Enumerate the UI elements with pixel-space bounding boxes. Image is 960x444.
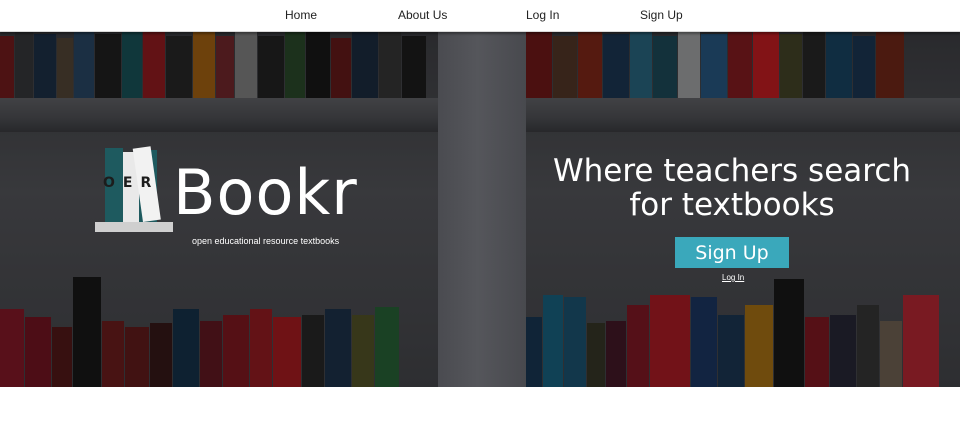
nav-signup-link[interactable]: Sign Up [640, 8, 683, 22]
hero-login-link[interactable]: Log In [722, 273, 744, 282]
logo-shelf [95, 222, 173, 232]
nav-home-link[interactable]: Home [285, 8, 317, 22]
top-nav: Home About Us Log In Sign Up [0, 0, 960, 32]
logo-oer-text: OER [103, 175, 160, 191]
shelf-pillar [438, 32, 526, 387]
hero-headline: Where teachers search for textbooks [552, 153, 912, 223]
hero-signup-button[interactable]: Sign Up [675, 237, 789, 268]
hero-section: OER Bookr open educational resource text… [0, 32, 960, 387]
logo-tagline: open educational resource textbooks [192, 236, 340, 246]
nav-about-link[interactable]: About Us [398, 8, 447, 22]
nav-login-link[interactable]: Log In [526, 8, 559, 22]
logo-wordmark: Bookr [173, 156, 358, 229]
